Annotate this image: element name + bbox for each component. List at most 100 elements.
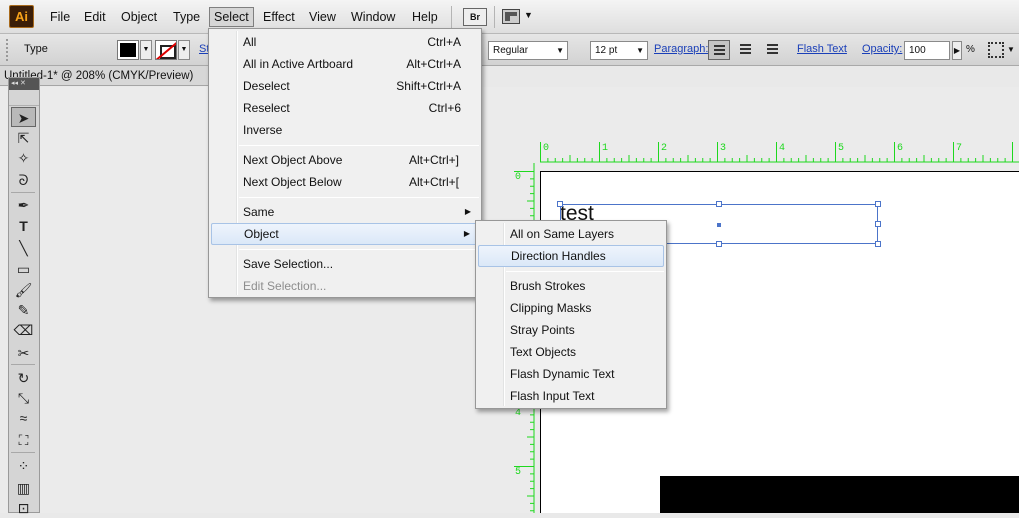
- menu-item-label: Text Objects: [510, 345, 577, 359]
- menu-item-label: Save Selection...: [243, 257, 334, 271]
- magic-wand-tool-icon[interactable]: ✧: [11, 148, 36, 168]
- menu-item-reselect[interactable]: Reselect Ctrl+6: [211, 97, 479, 119]
- menu-window[interactable]: Window: [347, 7, 399, 27]
- submenu-item-flash-dynamic-text[interactable]: Flash Dynamic Text: [478, 363, 664, 385]
- selection-tool-icon[interactable]: ➤: [11, 107, 36, 127]
- font-size-select[interactable]: 12 pt ▼: [590, 41, 648, 60]
- chevron-down-icon[interactable]: ▼: [1007, 45, 1015, 54]
- free-transform-tool-icon[interactable]: ⛶: [11, 430, 36, 450]
- font-style-select[interactable]: Regular ▼: [488, 41, 568, 60]
- menu-separator: [239, 145, 479, 146]
- ruler-number: 5: [838, 143, 845, 154]
- menu-type[interactable]: Type: [169, 7, 204, 27]
- center-point: [717, 223, 721, 227]
- pencil-tool-icon[interactable]: ✎: [11, 300, 36, 320]
- menu-item-all-in-active-artboard[interactable]: All in Active Artboard Alt+Ctrl+A: [211, 53, 479, 75]
- rotate-tool-icon[interactable]: ↻: [11, 368, 36, 388]
- menu-item-object[interactable]: Object ▶: [211, 223, 479, 245]
- panel-grip-icon[interactable]: [9, 90, 39, 106]
- menu-help[interactable]: Help: [408, 7, 442, 27]
- menu-item-label: Clipping Masks: [510, 301, 592, 315]
- bbox-handle[interactable]: [875, 201, 881, 207]
- ruler-number: 0: [543, 143, 550, 154]
- menu-view[interactable]: View: [305, 7, 340, 27]
- ruler-number: 1: [602, 143, 609, 154]
- panel-grip-icon[interactable]: [6, 39, 10, 61]
- align-right-icon[interactable]: [762, 40, 784, 60]
- line-segment-tool-icon[interactable]: ╲: [11, 238, 36, 258]
- submenu-item-text-objects[interactable]: Text Objects: [478, 341, 664, 363]
- flash-text-link[interactable]: Flash Text: [797, 43, 847, 55]
- fill-dropdown-chevron-icon[interactable]: ▼: [140, 40, 152, 60]
- align-left-icon[interactable]: [708, 40, 730, 60]
- tool-divider: [11, 452, 35, 453]
- submenu-item-brush-strokes[interactable]: Brush Strokes: [478, 275, 664, 297]
- menu-edit[interactable]: Edit: [80, 7, 110, 27]
- menu-item-label: Direction Handles: [511, 249, 606, 263]
- rectangle-tool-icon[interactable]: ▭: [11, 259, 36, 279]
- menu-item-shortcut: Ctrl+A: [427, 35, 461, 49]
- black-rectangle-object[interactable]: [660, 476, 1019, 513]
- menu-divider: [451, 6, 452, 28]
- bbox-handle[interactable]: [716, 241, 722, 247]
- menu-select[interactable]: Select: [209, 7, 254, 27]
- chevron-right-icon[interactable]: ▶: [952, 41, 962, 60]
- bbox-handle[interactable]: [557, 201, 563, 207]
- menu-item-label: Next Object Above: [243, 153, 343, 167]
- bbox-handle[interactable]: [716, 201, 722, 207]
- menu-item-inverse[interactable]: Inverse: [211, 119, 479, 141]
- menu-item-next-object-below[interactable]: Next Object Below Alt+Ctrl+[: [211, 171, 479, 193]
- submenu-item-flash-input-text[interactable]: Flash Input Text: [478, 385, 664, 407]
- menu-item-same[interactable]: Same ▶: [211, 201, 479, 223]
- menu-item-label: Reselect: [243, 101, 290, 115]
- eraser-tool-icon[interactable]: ⌫: [11, 320, 36, 340]
- bridge-button[interactable]: Br: [463, 8, 487, 26]
- menu-file[interactable]: File: [46, 7, 74, 27]
- submenu-item-direction-handles[interactable]: Direction Handles: [478, 245, 664, 267]
- symbol-sprayer-tool-icon[interactable]: ⁘: [11, 456, 36, 476]
- opacity-input[interactable]: 100: [904, 41, 950, 60]
- menu-item-deselect[interactable]: Deselect Shift+Ctrl+A: [211, 75, 479, 97]
- stroke-swatch[interactable]: [155, 40, 177, 60]
- ruler-number: 7: [956, 143, 963, 154]
- scissors-tool-icon[interactable]: ✂: [11, 343, 36, 363]
- graph-tool-icon[interactable]: ▥: [11, 478, 36, 498]
- menu-item-next-object-above[interactable]: Next Object Above Alt+Ctrl+]: [211, 149, 479, 171]
- submenu-item-stray-points[interactable]: Stray Points: [478, 319, 664, 341]
- menu-item-save-selection[interactable]: Save Selection...: [211, 253, 479, 275]
- menu-item-shortcut: Alt+Ctrl+[: [408, 175, 459, 189]
- menu-item-all[interactable]: All Ctrl+A: [211, 31, 479, 53]
- chevron-down-icon[interactable]: ▼: [524, 10, 533, 20]
- type-tool-icon[interactable]: T: [11, 216, 36, 236]
- submenu-item-all-on-same-layers[interactable]: All on Same Layers: [478, 223, 664, 245]
- lasso-tool-icon[interactable]: ᘐ: [11, 170, 36, 190]
- control-bar: Type ▼ ▼ St Regular ▼ 12 pt ▼ Paragraph:…: [0, 34, 1019, 66]
- menu-item-shortcut: Alt+Ctrl+]: [408, 153, 459, 167]
- scale-tool-icon[interactable]: ⤡: [11, 388, 36, 408]
- submenu-item-clipping-masks[interactable]: Clipping Masks: [478, 297, 664, 319]
- opacity-link[interactable]: Opacity:: [862, 43, 902, 55]
- warp-tool-icon[interactable]: ≈: [11, 408, 36, 428]
- menu-object[interactable]: Object: [117, 7, 161, 27]
- menu-effect[interactable]: Effect: [259, 7, 299, 27]
- illustrator-logo-icon[interactable]: Ai: [9, 5, 34, 28]
- paragraph-link[interactable]: Paragraph:: [654, 43, 708, 55]
- menu-item-label: Same: [243, 205, 275, 219]
- menu-item-label: All in Active Artboard: [243, 57, 354, 71]
- artboard-tool-icon[interactable]: ⊡: [11, 498, 36, 518]
- pen-tool-icon[interactable]: ✒: [11, 195, 36, 215]
- bbox-handle[interactable]: [875, 241, 881, 247]
- bbox-handle[interactable]: [875, 221, 881, 227]
- collapse-arrows-icon[interactable]: ◂◂ ✕: [9, 78, 39, 90]
- ruler-number: 4: [779, 143, 786, 154]
- stroke-dropdown-chevron-icon[interactable]: ▼: [178, 40, 190, 60]
- chevron-down-icon: ▼: [556, 46, 564, 55]
- fill-swatch[interactable]: [117, 40, 139, 60]
- align-center-icon[interactable]: [735, 40, 757, 60]
- menu-divider: [494, 6, 495, 28]
- paintbrush-tool-icon[interactable]: 🖌: [11, 280, 36, 300]
- workspace-layout-icon[interactable]: [502, 9, 520, 24]
- opacity-unit: %: [966, 44, 975, 55]
- transform-grid-icon[interactable]: [988, 42, 1004, 58]
- direct-selection-tool-icon[interactable]: ⇱: [11, 128, 36, 148]
